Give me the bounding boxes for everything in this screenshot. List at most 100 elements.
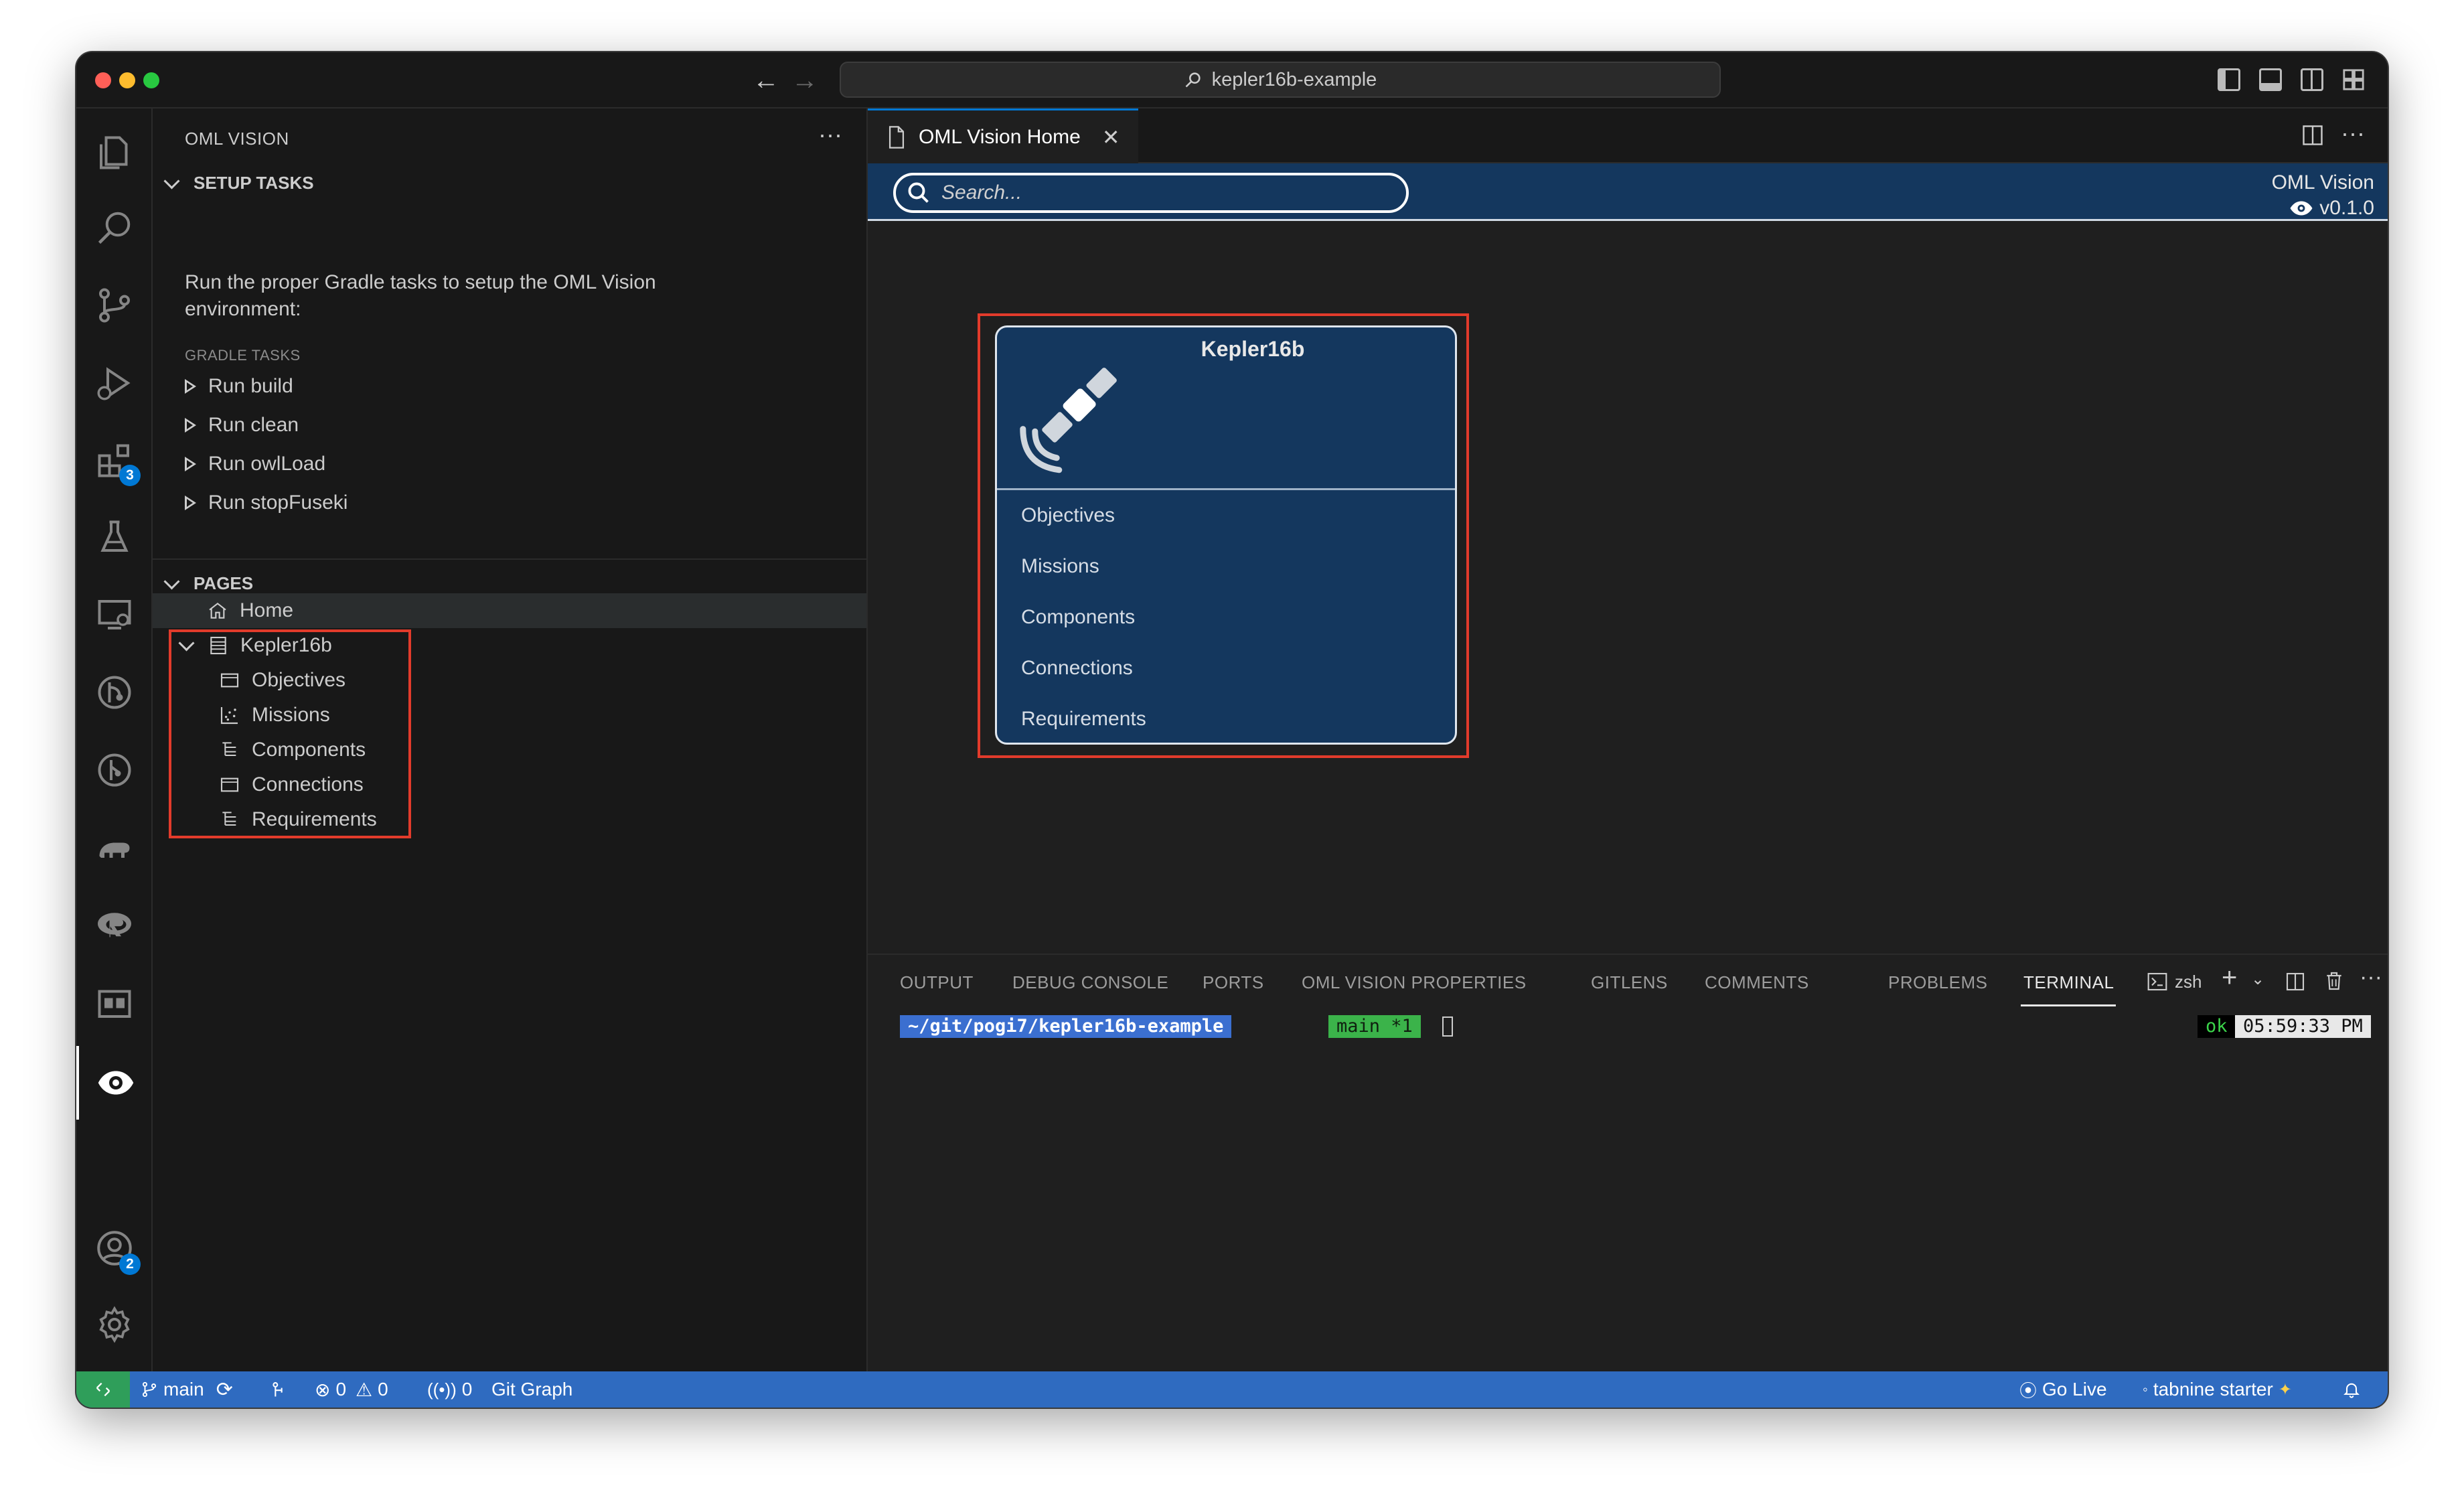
task-run-stopfuseki[interactable]: Run stopFuseki bbox=[185, 492, 348, 514]
more-actions-icon[interactable]: ··· bbox=[2341, 119, 2365, 147]
task-run-build[interactable]: Run build bbox=[185, 375, 293, 398]
title-bar: ← → kepler16b-example bbox=[76, 52, 2388, 108]
pages-header[interactable]: PAGES bbox=[161, 573, 253, 594]
tabnine-icon: ◦ bbox=[2143, 1381, 2148, 1398]
remote-explorer-icon[interactable] bbox=[76, 581, 153, 648]
chevron-down-icon bbox=[163, 573, 180, 590]
setup-tasks-header[interactable]: SETUP TASKS bbox=[161, 173, 314, 194]
panel-tab-oml-vision-properties[interactable]: OML VISION PROPERTIES bbox=[1302, 972, 1527, 993]
panel-tab-terminal[interactable]: TERMINAL bbox=[2023, 972, 2114, 993]
panel-tab-problems[interactable]: PROBLEMS bbox=[1888, 972, 1988, 993]
search-input[interactable] bbox=[940, 181, 1398, 205]
ports-indicator[interactable]: ((•)) 0 bbox=[427, 1371, 472, 1408]
sidebar: OML VISION ··· SETUP TASKS Run the prope… bbox=[153, 108, 868, 1374]
play-icon bbox=[185, 418, 196, 433]
highlight-box-card bbox=[978, 313, 1469, 758]
play-icon bbox=[185, 379, 196, 394]
terminal-cursor bbox=[1442, 1016, 1453, 1037]
task-run-owlload[interactable]: Run owlLoad bbox=[185, 453, 325, 475]
vscode-window: ← → kepler16b-example 3 2 OML VISION ···… bbox=[75, 51, 2389, 1409]
trash-icon[interactable] bbox=[2323, 970, 2345, 996]
toggle-sidebar-icon[interactable] bbox=[2218, 68, 2240, 91]
status-bar: main ⟳ ⊗ 0 ⚠ 0 ((•)) 0 Git Graph ⦿ Go Li… bbox=[76, 1371, 2388, 1408]
explorer-icon[interactable] bbox=[76, 119, 153, 186]
sidebar-title: OML VISION bbox=[185, 129, 289, 149]
accounts-icon[interactable]: 2 bbox=[76, 1215, 153, 1282]
run-and-debug-icon[interactable] bbox=[76, 350, 153, 417]
active-tab-indicator bbox=[2021, 1004, 2116, 1006]
brand-version: v0.1.0 bbox=[2319, 197, 2374, 219]
more-actions-icon[interactable]: ··· bbox=[818, 121, 842, 149]
back-arrow-icon[interactable]: ← bbox=[753, 64, 779, 96]
customize-layout-icon[interactable] bbox=[2342, 68, 2365, 91]
split-editor-icon[interactable] bbox=[2301, 123, 2325, 151]
forward-arrow-icon[interactable]: → bbox=[791, 64, 818, 96]
chevron-down-icon[interactable]: ⌄ bbox=[2251, 970, 2264, 989]
prompt-time: 05:59:33 PM bbox=[2235, 1015, 2371, 1038]
gitlens-icon[interactable] bbox=[76, 659, 153, 726]
sparkle-icon: ✦ bbox=[2278, 1380, 2292, 1399]
tabnine-button[interactable]: ◦ tabnine starter ✦ bbox=[2143, 1371, 2292, 1408]
more-actions-icon[interactable]: ··· bbox=[2360, 964, 2382, 990]
activity-bar: 3 2 bbox=[76, 108, 153, 1374]
toggle-panel-icon[interactable] bbox=[2259, 68, 2282, 91]
extensions-badge: 3 bbox=[119, 465, 141, 486]
go-live-button[interactable]: ⦿ Go Live bbox=[2019, 1371, 2107, 1408]
play-icon bbox=[185, 457, 196, 471]
oml-vision-eye-icon[interactable] bbox=[76, 1046, 153, 1120]
accounts-badge: 2 bbox=[119, 1254, 141, 1275]
panel-tab-gitlens[interactable]: GITLENS bbox=[1591, 972, 1668, 993]
terminal-icon bbox=[2147, 972, 2167, 991]
git-graph-button[interactable]: Git Graph bbox=[491, 1371, 572, 1408]
toggle-secondary-sidebar-icon[interactable] bbox=[2301, 68, 2323, 91]
search-icon bbox=[1185, 72, 1201, 88]
error-icon: ⊗ bbox=[315, 1379, 331, 1400]
panel-tab-ports[interactable]: PORTS bbox=[1203, 972, 1264, 993]
close-tab-icon[interactable]: ✕ bbox=[1102, 125, 1120, 150]
editor-area: OML Vision Home ✕ ··· OML Vision v0.1.0 bbox=[868, 108, 2388, 1375]
testing-icon[interactable] bbox=[76, 504, 153, 571]
close-window-button[interactable] bbox=[95, 72, 111, 88]
eye-icon bbox=[2290, 201, 2313, 216]
section-divider bbox=[153, 558, 866, 560]
panel-tab-debug-console[interactable]: DEBUG CONSOLE bbox=[1012, 972, 1168, 993]
notifications-bell-icon[interactable] bbox=[2342, 1371, 2361, 1408]
home-icon bbox=[206, 599, 229, 622]
sync-icon[interactable]: ⟳ bbox=[216, 1378, 233, 1402]
command-center[interactable]: kepler16b-example bbox=[840, 62, 1721, 98]
search-box[interactable] bbox=[893, 173, 1409, 213]
search-icon bbox=[908, 182, 929, 203]
panel-tab-comments[interactable]: COMMENTS bbox=[1705, 972, 1809, 993]
brand-name: OML Vision bbox=[2271, 171, 2374, 194]
terminal-shell-selector[interactable]: zsh bbox=[2147, 971, 2202, 992]
play-icon bbox=[185, 496, 196, 510]
panel-tab-output[interactable]: OUTPUT bbox=[900, 972, 974, 993]
new-terminal-icon[interactable]: + bbox=[2222, 963, 2237, 993]
chevron-down-icon bbox=[163, 173, 180, 190]
manage-gear-icon[interactable] bbox=[76, 1291, 153, 1358]
r-language-icon[interactable] bbox=[76, 892, 153, 959]
problems-indicator[interactable]: ⊗ 0 ⚠ 0 bbox=[315, 1371, 388, 1408]
remote-indicator-icon[interactable] bbox=[76, 1371, 130, 1408]
task-run-clean[interactable]: Run clean bbox=[185, 414, 299, 437]
source-control-icon[interactable] bbox=[76, 272, 153, 339]
tab-oml-vision-home[interactable]: OML Vision Home ✕ bbox=[868, 108, 1138, 163]
search-icon[interactable] bbox=[76, 194, 153, 261]
prompt-status-ok: ok bbox=[2198, 1015, 2236, 1038]
tree-item-home[interactable]: Home bbox=[153, 593, 866, 628]
git-graph-icon[interactable] bbox=[76, 737, 153, 804]
branch-indicator[interactable]: main ⟳ bbox=[141, 1371, 233, 1408]
minimize-window-button[interactable] bbox=[119, 72, 135, 88]
gradle-elephant-icon[interactable] bbox=[76, 814, 153, 881]
live-share-icon[interactable] bbox=[269, 1371, 288, 1408]
git-branch-icon bbox=[142, 1381, 157, 1398]
bottom-panel: OUTPUT DEBUG CONSOLE PORTS OML VISION PR… bbox=[868, 954, 2388, 1375]
split-terminal-icon[interactable] bbox=[2285, 971, 2306, 996]
maximize-window-button[interactable] bbox=[143, 72, 159, 88]
extensions-icon[interactable]: 3 bbox=[76, 427, 153, 494]
gradle-tasks-label: GRADLE TASKS bbox=[185, 347, 301, 364]
docker-icon[interactable] bbox=[76, 970, 153, 1037]
file-icon bbox=[889, 125, 905, 149]
prompt-path: ~/git/pogi7/kepler16b-example bbox=[900, 1015, 1232, 1038]
tab-bar: OML Vision Home ✕ ··· bbox=[868, 108, 2388, 163]
